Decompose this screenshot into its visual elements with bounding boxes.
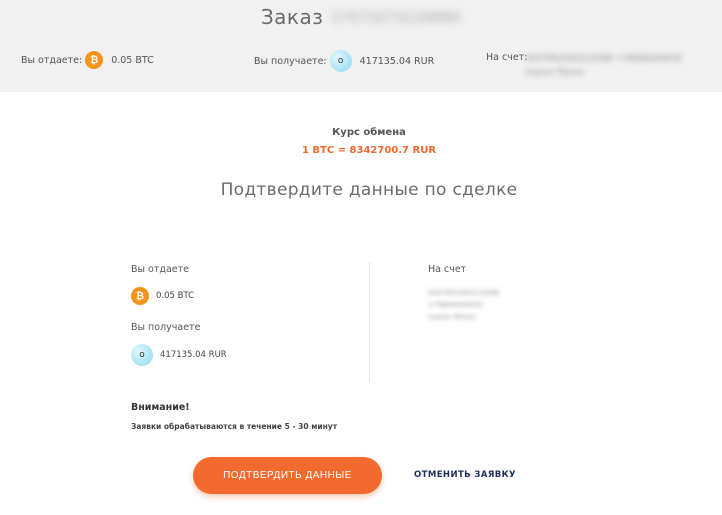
details-account-line: Ivanov Petrov xyxy=(428,313,476,321)
summary-receive: Вы получаете: o 417135.04 RUR xyxy=(254,50,434,72)
details-divider xyxy=(369,262,370,383)
bitcoin-icon: ₿ xyxy=(131,287,149,305)
confirm-data-button[interactable]: ПОДТВЕРДИТЬ ДАННЫЕ xyxy=(193,457,382,494)
details-receive-row: o 417135.04 RUR xyxy=(131,344,227,366)
notice-title: Внимание! xyxy=(131,402,190,413)
order-title-label: Заказ xyxy=(260,5,324,29)
ruble-coin-icon: o xyxy=(329,50,352,72)
summary-receive-amount: 417135.04 RUR xyxy=(359,55,435,67)
details-give-row: ₿ 0.05 BTC xyxy=(131,287,194,305)
summary-give-label: Вы отдаете: xyxy=(21,54,83,66)
order-number: 17573273134884 xyxy=(331,11,462,26)
cancel-order-link[interactable]: ОТМЕНИТЬ ЗАЯВКУ xyxy=(410,470,520,480)
page-title: Заказ 17573273134884 xyxy=(0,5,722,29)
details-receive-label: Вы получаете xyxy=(131,322,201,333)
summary-account-value: 0437952302212096 +79806400030 Ivanov Pet… xyxy=(526,52,706,80)
details-account-line: +79806400030 xyxy=(428,301,483,309)
notice-text: Заявки обрабатываются в течение 5 - 30 м… xyxy=(131,422,338,431)
confirm-heading: Подтвердите данные по сделке xyxy=(220,180,518,200)
details-account-value: 0437952302212096 +79806400030 Ivanov Pet… xyxy=(428,287,538,323)
summary-account-line: 0437952302212096 +79806400030 xyxy=(526,54,682,64)
exchange-rate-value: 1 BTC = 8342700.7 RUR xyxy=(301,145,437,156)
summary-give: Вы отдаете: ₿ 0.05 BTC xyxy=(21,51,154,69)
details-account-label: На счет xyxy=(428,264,467,275)
details-account-line: 0437952302212096 xyxy=(428,289,500,297)
summary-receive-label: Вы получаете: xyxy=(254,55,327,67)
exchange-rate-label: Курс обмена xyxy=(332,127,406,138)
details-give-label: Вы отдаете xyxy=(131,264,189,275)
details-receive-amount: 417135.04 RUR xyxy=(160,350,227,360)
bitcoin-icon: ₿ xyxy=(85,51,104,69)
summary-account-line: Ivanov Petrov xyxy=(526,68,584,78)
summary-give-amount: 0.05 BTC xyxy=(111,54,154,66)
details-give-amount: 0.05 BTC xyxy=(156,291,195,301)
ruble-coin-icon: o xyxy=(131,344,153,366)
summary-account-label: На счет: xyxy=(486,52,528,63)
